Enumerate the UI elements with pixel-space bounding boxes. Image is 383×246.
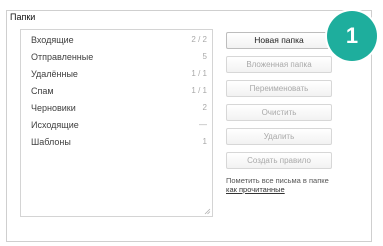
folder-item-templates[interactable]: Шаблоны 1 xyxy=(31,135,207,149)
folder-item-inbox[interactable]: Входящие 2 / 2 xyxy=(31,33,207,47)
mark-all-read-text: Пометить все письма в папке xyxy=(226,176,329,185)
rename-button[interactable]: Переименовать xyxy=(226,80,332,97)
create-rule-button[interactable]: Создать правило xyxy=(226,152,332,169)
resize-grip-icon[interactable] xyxy=(204,208,211,215)
folder-name: Входящие xyxy=(31,35,74,45)
folder-name: Спам xyxy=(31,86,54,96)
folder-name: Исходящие xyxy=(31,120,79,130)
folder-count: 2 / 2 xyxy=(191,35,207,44)
folder-count: 1 / 1 xyxy=(191,69,207,78)
step-number-badge: 1 xyxy=(327,11,377,61)
folder-count: — xyxy=(199,120,207,129)
delete-button[interactable]: Удалить xyxy=(226,128,332,145)
folder-count: 5 xyxy=(202,52,207,61)
folder-item-drafts[interactable]: Черновики 2 xyxy=(31,101,207,115)
folder-name: Черновики xyxy=(31,103,76,113)
folder-name: Отправленные xyxy=(31,52,94,62)
folder-item-sent[interactable]: Отправленные 5 xyxy=(31,50,207,64)
folder-item-outbox[interactable]: Исходящие — xyxy=(31,118,207,132)
mark-all-read-link[interactable]: как прочитанные xyxy=(226,185,285,194)
mark-all-read-note: Пометить все письма в папке как прочитан… xyxy=(226,176,336,194)
folder-list[interactable]: Входящие 2 / 2 Отправленные 5 Удалённые … xyxy=(20,29,213,217)
section-title: Папки xyxy=(10,12,36,22)
folder-item-deleted[interactable]: Удалённые 1 / 1 xyxy=(31,67,207,81)
subfolder-button[interactable]: Вложенная папка xyxy=(226,56,332,73)
clear-button[interactable]: Очистить xyxy=(226,104,332,121)
folder-count: 2 xyxy=(202,103,207,112)
folder-name: Удалённые xyxy=(31,69,78,79)
folder-item-spam[interactable]: Спам 1 / 1 xyxy=(31,84,207,98)
folder-count: 1 / 1 xyxy=(191,86,207,95)
folder-name: Шаблоны xyxy=(31,137,71,147)
new-folder-button[interactable]: Новая папка xyxy=(226,32,332,49)
folder-count: 1 xyxy=(202,137,207,146)
